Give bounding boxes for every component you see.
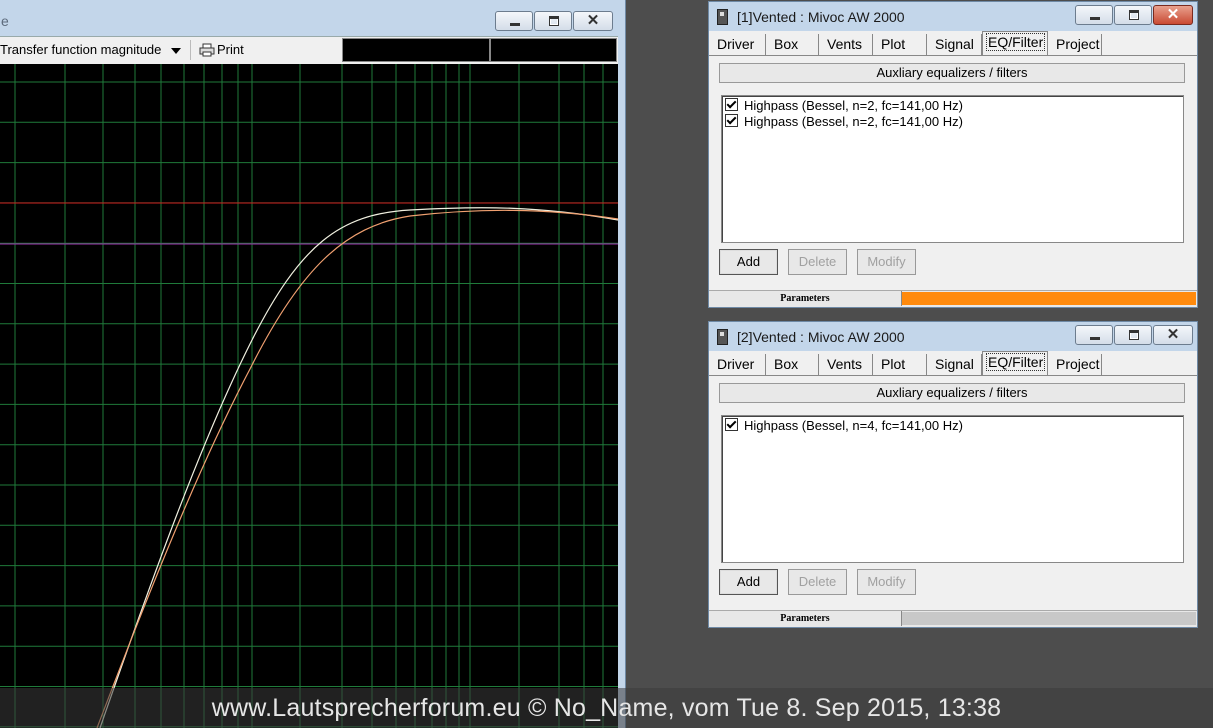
tab-label: Signal [935,356,974,372]
dialog-title: [2]Vented : Mivoc AW 2000 [737,329,905,345]
tab-project[interactable]: Project [1048,34,1102,56]
plot-type-value: Transfer function magnitude [0,42,162,57]
progress-bar [902,292,1196,305]
close-button[interactable]: ✕ [1153,5,1193,25]
toolbar-divider [190,40,191,60]
minimize-button[interactable] [1075,5,1113,25]
tab-label: Signal [935,36,974,52]
tab-divider [709,55,1197,56]
tab-label: Driver [717,356,755,372]
add-button[interactable]: Add [719,569,778,595]
tab-label: Vents [827,356,863,372]
tab-vents[interactable]: Vents [819,354,873,376]
close-button[interactable]: ✕ [1153,325,1193,345]
vented-dialog-2: [2]Vented : Mivoc AW 2000 ✕ Driver Box Ven… [708,321,1198,628]
status-label: Parameters [709,611,902,626]
tab-label: Plot [881,356,906,372]
tab-box[interactable]: Box [766,354,819,376]
chevron-down-icon[interactable] [171,48,181,54]
filter-label: Highpass (Bessel, n=2, fc=141,00 Hz) [744,98,963,113]
watermark-caption: www.Lautsprecherforum.eu © No_Name, vom … [0,688,1213,728]
vented-dialog-1: [1]Vented : Mivoc AW 2000 ✕ Driver Box Ven… [708,1,1198,308]
tab-label: Project [1056,356,1100,372]
tab-driver[interactable]: Driver [709,34,766,56]
tab-project[interactable]: Project [1048,354,1102,376]
checkbox[interactable] [725,114,738,127]
plot-window-titlebar[interactable]: e ✕ [0,0,626,36]
dialog-body: Driver Box Vents Plot Signal EQ/Filter Project… [709,351,1197,627]
add-button[interactable]: Add [719,249,778,275]
tab-vents[interactable]: Vents [819,34,873,56]
tab-label: Plot [881,36,906,52]
print-button[interactable]: Print [199,40,244,60]
minimize-button[interactable] [495,11,533,31]
status-bar: Parameters [709,290,1197,307]
filter-label: Highpass (Bessel, n=2, fc=141,00 Hz) [744,114,963,129]
group-header: Auxliary equalizers / filters [719,383,1185,403]
list-item[interactable]: Highpass (Bessel, n=4, fc=141,00 Hz) [725,418,963,434]
tab-strip: Driver Box Vents Plot Signal EQ/Filter Project [709,31,1197,57]
tab-eq-filter[interactable]: EQ/Filter [982,351,1048,376]
printer-icon [199,43,215,57]
plot-toolbar: Transfer function magnitude Print [0,36,618,64]
maximize-button[interactable] [1114,325,1152,345]
app-icon [717,329,728,345]
tab-driver[interactable]: Driver [709,354,766,376]
group-header: Auxliary equalizers / filters [719,63,1185,83]
tab-label: Vents [827,36,863,52]
list-item[interactable]: Highpass (Bessel, n=2, fc=141,00 Hz) [725,98,963,114]
tab-label: Driver [717,36,755,52]
maximize-button[interactable] [534,11,572,31]
filter-list[interactable]: Highpass (Bessel, n=2, fc=141,00 Hz) High… [721,95,1184,243]
plot-area[interactable] [0,64,618,728]
dialog-body: Driver Box Vents Plot Signal EQ/Filter Project… [709,31,1197,307]
progress-bar [902,612,1196,625]
close-icon: ✕ [1166,6,1180,23]
status-label: Parameters [709,291,902,306]
modify-button[interactable]: Modify [857,569,916,595]
plot-window-title: e [1,13,9,29]
maximize-button[interactable] [1114,5,1152,25]
readout-box-1 [342,38,490,62]
plot-window: e ✕ Transfer function magnitude Print [0,0,626,728]
response-curve-white [99,207,618,728]
status-bar: Parameters [709,610,1197,627]
filter-label: Highpass (Bessel, n=4, fc=141,00 Hz) [744,418,963,433]
tab-strip: Driver Box Vents Plot Signal EQ/Filter Project [709,351,1197,377]
readout-box-2 [490,38,617,62]
checkbox[interactable] [725,98,738,111]
close-button[interactable]: ✕ [573,11,613,31]
app-icon [717,9,728,25]
tab-label: Project [1056,36,1100,52]
tab-divider [709,375,1197,376]
tab-plot[interactable]: Plot [873,354,927,376]
progress-fill [902,292,1196,305]
tab-label: Box [774,356,799,372]
transfer-function-plot [0,64,618,728]
tab-signal[interactable]: Signal [927,34,982,56]
print-label: Print [217,42,244,57]
tab-box[interactable]: Box [766,34,819,56]
tab-signal[interactable]: Signal [927,354,982,376]
close-icon: ✕ [1166,326,1180,343]
tab-label: EQ/Filter [986,353,1046,371]
tab-label: Box [774,36,799,52]
plot-type-select[interactable]: Transfer function magnitude [0,40,181,60]
modify-button[interactable]: Modify [857,249,916,275]
dialog-title: [1]Vented : Mivoc AW 2000 [737,9,905,25]
checkbox[interactable] [725,418,738,431]
minimize-button[interactable] [1075,325,1113,345]
tab-label: EQ/Filter [986,33,1046,51]
delete-button[interactable]: Delete [788,249,847,275]
close-icon: ✕ [586,12,600,29]
tab-eq-filter[interactable]: EQ/Filter [982,31,1048,56]
delete-button[interactable]: Delete [788,569,847,595]
response-curve-orange [96,209,618,728]
list-item[interactable]: Highpass (Bessel, n=2, fc=141,00 Hz) [725,114,963,130]
tab-plot[interactable]: Plot [873,34,927,56]
filter-list[interactable]: Highpass (Bessel, n=4, fc=141,00 Hz) [721,415,1184,563]
